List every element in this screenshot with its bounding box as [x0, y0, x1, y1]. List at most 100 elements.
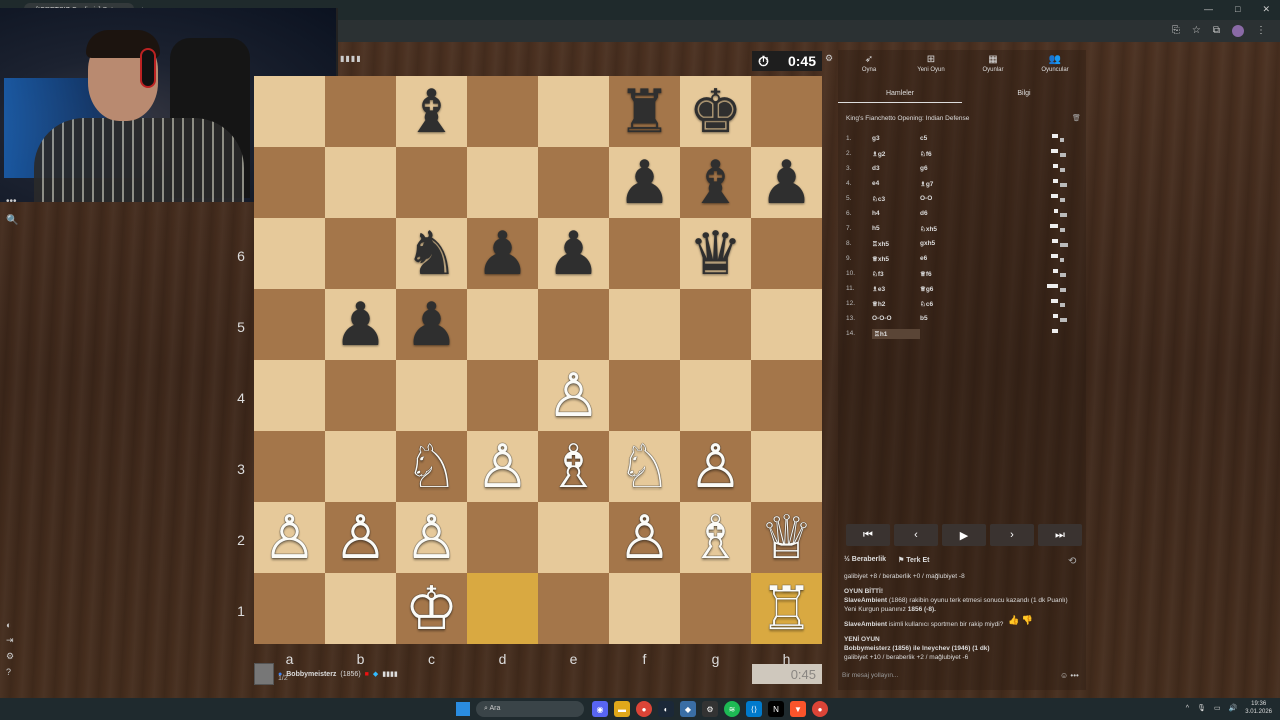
chess-piece[interactable]: ♚: [689, 82, 743, 142]
square-g2[interactable]: ♗: [680, 502, 751, 573]
square-c2[interactable]: ♙: [396, 502, 467, 573]
game-over-user[interactable]: SlaveAmbient: [844, 597, 887, 604]
white-move[interactable]: O-O-O: [872, 315, 920, 322]
square-d8[interactable]: [467, 76, 538, 147]
square-a6[interactable]: [254, 218, 325, 289]
prev-move-button[interactable]: ‹: [894, 524, 938, 546]
square-b8[interactable]: [325, 76, 396, 147]
microphone-icon[interactable]: 🎙: [1197, 704, 1206, 712]
square-b2[interactable]: ♙: [325, 502, 396, 573]
square-b5[interactable]: ♟: [325, 289, 396, 360]
square-f2[interactable]: ♙: [609, 502, 680, 573]
steam-icon[interactable]: ◐: [658, 701, 674, 717]
square-e7[interactable]: [538, 147, 609, 218]
square-f7[interactable]: ♟: [609, 147, 680, 218]
chess-piece[interactable]: ♘: [405, 437, 459, 497]
login-icon[interactable]: ⇥: [6, 635, 14, 646]
tab-moves[interactable]: Hamleler: [838, 90, 962, 103]
close-button[interactable]: ✕: [1262, 4, 1270, 15]
chess-piece[interactable]: ♝: [405, 82, 459, 142]
extensions-icon[interactable]: ⧉: [1213, 25, 1220, 37]
chess-piece[interactable]: ♙: [689, 437, 743, 497]
thumbs-down-icon[interactable]: 👎: [1022, 615, 1033, 625]
square-h1[interactable]: ♖: [751, 573, 822, 644]
trash-icon[interactable]: 🗑: [1072, 114, 1081, 122]
resign-button[interactable]: ⚑ Terk Et: [898, 556, 929, 564]
square-b4[interactable]: [325, 360, 396, 431]
brave-icon[interactable]: ▼: [790, 701, 806, 717]
chess-piece[interactable]: ♗: [689, 508, 743, 568]
square-a3[interactable]: [254, 431, 325, 502]
square-h7[interactable]: ♟: [751, 147, 822, 218]
black-move[interactable]: ♘c6: [920, 300, 968, 308]
notion-icon[interactable]: N: [768, 701, 784, 717]
square-a8[interactable]: [254, 76, 325, 147]
square-d2[interactable]: [467, 502, 538, 573]
square-c6[interactable]: ♞: [396, 218, 467, 289]
vscode-icon[interactable]: ⟨⟩: [746, 701, 762, 717]
white-move[interactable]: ♘f3: [872, 270, 920, 278]
square-a4[interactable]: [254, 360, 325, 431]
square-h4[interactable]: [751, 360, 822, 431]
chess-piece[interactable]: ♗: [547, 437, 601, 497]
square-h6[interactable]: [751, 218, 822, 289]
square-c5[interactable]: ♟: [396, 289, 467, 360]
square-g1[interactable]: [680, 573, 751, 644]
tray-chevron-icon[interactable]: ^: [1186, 705, 1189, 712]
black-move[interactable]: ♘xh5: [920, 225, 968, 233]
chrome-active-icon[interactable]: ●: [812, 701, 828, 717]
chess-piece[interactable]: ♛: [689, 224, 743, 284]
square-d7[interactable]: [467, 147, 538, 218]
chess-piece[interactable]: ♟: [618, 153, 672, 213]
square-f3[interactable]: ♘: [609, 431, 680, 502]
network-icon[interactable]: ▭: [1214, 704, 1221, 712]
square-a1[interactable]: [254, 573, 325, 644]
minimize-button[interactable]: —: [1204, 4, 1213, 15]
square-d3[interactable]: ♙: [467, 431, 538, 502]
tab-new-game[interactable]: ⊞ Yeni Oyun: [901, 54, 961, 82]
square-c7[interactable]: [396, 147, 467, 218]
square-h3[interactable]: [751, 431, 822, 502]
black-move[interactable]: g6: [920, 165, 968, 172]
player-avatar[interactable]: [254, 663, 274, 685]
square-e2[interactable]: [538, 502, 609, 573]
square-e3[interactable]: ♗: [538, 431, 609, 502]
square-h5[interactable]: [751, 289, 822, 360]
black-move[interactable]: gxh5: [920, 240, 968, 247]
white-move[interactable]: h5: [872, 225, 920, 232]
square-e4[interactable]: ♙: [538, 360, 609, 431]
next-move-button[interactable]: ›: [990, 524, 1034, 546]
chess-piece[interactable]: ♙: [547, 366, 601, 426]
square-g3[interactable]: ♙: [680, 431, 751, 502]
square-c3[interactable]: ♘: [396, 431, 467, 502]
black-move[interactable]: ♘f6: [920, 150, 968, 158]
square-d5[interactable]: [467, 289, 538, 360]
thumbs-up-icon[interactable]: 👍: [1008, 615, 1019, 625]
chess-piece[interactable]: ♙: [405, 508, 459, 568]
square-f5[interactable]: [609, 289, 680, 360]
black-move[interactable]: ♕g6: [920, 285, 968, 293]
square-g7[interactable]: ♝: [680, 147, 751, 218]
square-a5[interactable]: [254, 289, 325, 360]
black-move[interactable]: ♕f6: [920, 270, 968, 278]
chat-input[interactable]: Bir mesaj yollayın...: [842, 672, 1062, 679]
chess-piece[interactable]: ♙: [618, 508, 672, 568]
chat-more-icon[interactable]: •••: [1070, 671, 1078, 680]
tray-clock[interactable]: 19:36 3.01.2026: [1245, 700, 1272, 716]
file-explorer-icon[interactable]: ▬: [614, 701, 630, 717]
black-move[interactable]: c5: [920, 135, 968, 142]
white-move[interactable]: ♖h1: [872, 328, 920, 339]
install-icon[interactable]: ⎘: [1172, 25, 1180, 37]
square-h8[interactable]: [751, 76, 822, 147]
white-move[interactable]: ♕xh5: [872, 255, 920, 263]
tab-play[interactable]: ➶ Oyna: [839, 54, 899, 82]
app-icon[interactable]: ◆: [680, 701, 696, 717]
chrome-icon[interactable]: ●: [636, 701, 652, 717]
chess-piece[interactable]: ♙: [263, 508, 317, 568]
white-move[interactable]: ♗g2: [872, 150, 920, 158]
square-b3[interactable]: [325, 431, 396, 502]
emoji-icon[interactable]: ☺: [1060, 671, 1068, 680]
chess-piece[interactable]: ♕: [760, 508, 814, 568]
square-e8[interactable]: [538, 76, 609, 147]
square-c1[interactable]: ♔: [396, 573, 467, 644]
